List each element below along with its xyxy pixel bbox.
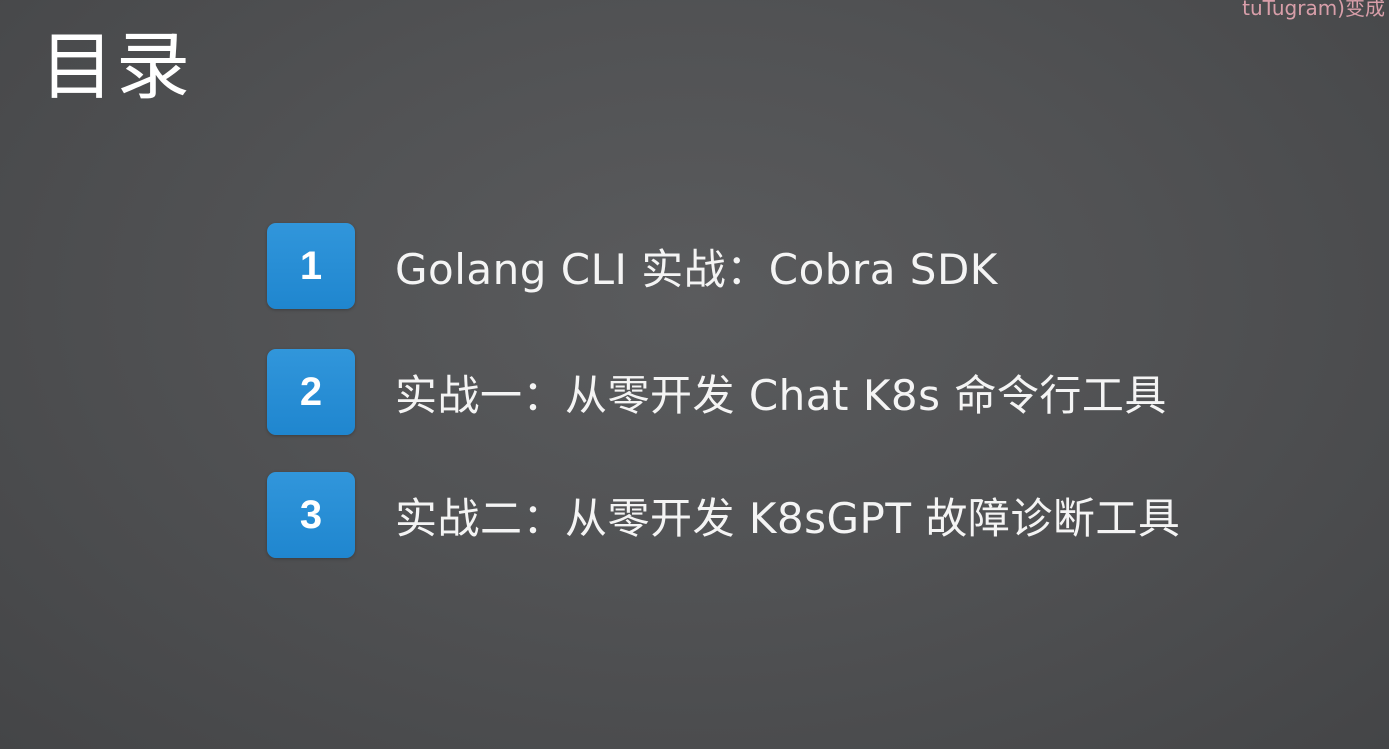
agenda-item-2: 2 实战一：从零开发 Chat K8s 命令行工具 <box>267 349 1167 435</box>
presentation-slide: tuTugram)变成 目录 1 Golang CLI 实战：Cobra SDK… <box>0 0 1389 749</box>
agenda-item-text: 实战二：从零开发 K8sGPT 故障诊断工具 <box>395 493 1181 543</box>
agenda-item-text: Golang CLI 实战：Cobra SDK <box>395 244 998 294</box>
slide-title: 目录 <box>40 24 192 110</box>
agenda-item-1: 1 Golang CLI 实战：Cobra SDK <box>267 223 998 309</box>
agenda-item-3: 3 实战二：从零开发 K8sGPT 故障诊断工具 <box>267 472 1180 558</box>
agenda-item-text: 实战一：从零开发 Chat K8s 命令行工具 <box>395 370 1167 420</box>
number-badge: 2 <box>267 349 355 435</box>
number-badge: 3 <box>267 472 355 558</box>
number-badge: 1 <box>267 223 355 309</box>
watermark-text: tuTugram)变成 <box>1242 0 1385 20</box>
